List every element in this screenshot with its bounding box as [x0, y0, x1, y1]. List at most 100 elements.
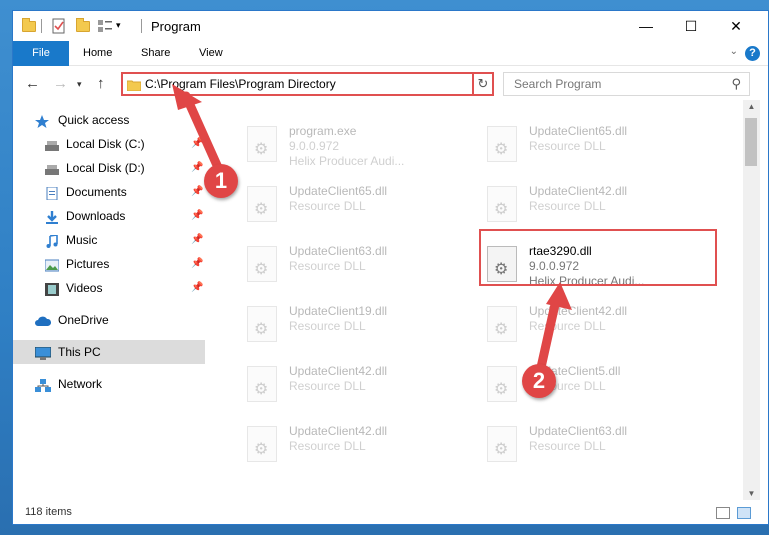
folder-icon[interactable] — [21, 18, 37, 34]
star-icon — [35, 113, 49, 128]
close-button[interactable]: ✕ — [713, 11, 759, 41]
expand-ribbon-icon[interactable]: ⌄ — [730, 46, 738, 57]
refresh-button[interactable]: ↻ — [472, 72, 494, 96]
details-view-icon[interactable] — [716, 507, 730, 519]
large-icons-view-icon[interactable] — [737, 507, 751, 519]
new-folder-icon[interactable] — [75, 18, 91, 34]
documents-icon — [45, 185, 59, 201]
nav-item-local-disk-c[interactable]: Local Disk (C:) 📌 — [13, 132, 205, 156]
status-bar: 118 items — [13, 500, 768, 524]
file-item[interactable]: ⚙ UpdateClient42.dll Resource DLL — [457, 176, 697, 232]
nav-item-local-disk-d[interactable]: Local Disk (D:) 📌 — [13, 156, 205, 180]
nav-item-label: Documents — [66, 185, 127, 199]
address-bar[interactable]: C:\Program Files\Program Directory ⌄ — [121, 72, 493, 96]
nav-item-network[interactable]: Network — [13, 372, 205, 396]
nav-item-music[interactable]: Music 📌 — [13, 228, 205, 252]
file-detail: Resource DLL — [289, 259, 366, 273]
pin-icon[interactable]: 📌 — [191, 133, 203, 155]
nav-item-onedrive[interactable]: OneDrive — [13, 308, 205, 332]
item-count: 118 items — [25, 506, 72, 518]
navigation-pane: Quick access Local Disk (C:) 📌 Local Disk (… — [13, 100, 209, 500]
folder-icon — [126, 79, 142, 94]
file-item[interactable]: ⚙ UpdateClient42.dll Resource DLL — [457, 296, 697, 352]
maximize-button[interactable]: ☐ — [668, 11, 714, 41]
computer-icon — [34, 345, 52, 360]
file-detail: Resource DLL — [289, 439, 366, 453]
pin-icon[interactable]: 📌 — [191, 157, 203, 179]
navigation-bar: ← → ▾ ↑ C:\Program Files\Program Directo… — [13, 67, 768, 100]
file-description: Helix Producer Audi... — [289, 154, 405, 168]
dll-file-icon: ⚙ — [487, 306, 517, 342]
tab-file[interactable]: File — [13, 41, 69, 66]
scroll-up-icon[interactable]: ▲ — [743, 102, 760, 111]
file-name: UpdateClient63.dll — [289, 244, 388, 258]
file-item[interactable]: ⚙ program.exe 9.0.0.972 Helix Producer Audi… — [217, 116, 457, 172]
pin-icon[interactable]: 📌 — [191, 229, 203, 251]
dll-file-icon: ⚙ — [487, 126, 517, 162]
vertical-scrollbar[interactable]: ▲ ▼ — [743, 100, 760, 500]
file-name: UpdateClient42.dll — [289, 364, 388, 378]
forward-arrow-icon[interactable]: → — [53, 75, 68, 92]
file-detail: 9.0.0.972 — [289, 139, 340, 153]
file-item[interactable]: ⚙ UpdateClient65.dll Resource DLL — [457, 116, 697, 172]
pin-icon[interactable]: 📌 — [191, 253, 203, 275]
customize-dropdown-icon[interactable]: ▾ — [116, 20, 132, 36]
pin-icon[interactable]: 📌 — [191, 277, 203, 299]
drive-icon — [45, 161, 59, 175]
back-arrow-icon[interactable]: ← — [25, 75, 40, 92]
file-name: UpdateClient42.dll — [529, 304, 628, 318]
recent-locations-icon[interactable]: ▾ — [77, 79, 82, 90]
nav-item-documents[interactable]: Documents 📌 — [13, 180, 205, 204]
file-list: ⚙ program.exe 9.0.0.972 Helix Producer Audi… — [209, 100, 743, 500]
nav-item-label: Quick access — [58, 113, 130, 127]
file-name: UpdateClient42.dll — [289, 424, 388, 438]
up-arrow-icon[interactable]: ↑ — [97, 75, 105, 92]
tab-share[interactable]: Share — [127, 41, 184, 66]
file-item[interactable]: ⚙ UpdateClient5.dll Resource DLL — [457, 356, 697, 412]
highlight-box — [479, 229, 717, 286]
file-item[interactable]: ⚙ UpdateClient63.dll Resource DLL — [217, 236, 457, 292]
file-detail: Resource DLL — [529, 199, 606, 213]
nav-item-this-pc[interactable]: This PC — [13, 340, 205, 364]
separator — [41, 19, 42, 33]
file-name: UpdateClient19.dll — [289, 304, 388, 318]
properties-icon[interactable] — [51, 18, 67, 34]
help-icon[interactable]: ? — [745, 46, 760, 61]
nav-item-label: Pictures — [66, 257, 110, 271]
nav-item-label: OneDrive — [58, 313, 109, 327]
file-detail: Resource DLL — [289, 379, 366, 393]
tab-home[interactable]: Home — [69, 41, 126, 66]
nav-item-label: Music — [66, 233, 98, 247]
file-item[interactable]: ⚙ UpdateClient65.dll Resource DLL — [217, 176, 457, 232]
scroll-thumb[interactable] — [745, 118, 757, 166]
file-name: program.exe — [289, 124, 357, 138]
file-item[interactable]: ⚙ UpdateClient42.dll Resource DLL — [217, 416, 457, 472]
dll-file-icon: ⚙ — [247, 246, 277, 282]
tab-view[interactable]: View — [185, 41, 237, 66]
file-detail: Resource DLL — [529, 139, 606, 153]
address-path: C:\Program Files\Program Directory — [145, 77, 336, 91]
file-item[interactable]: ⚙ UpdateClient19.dll Resource DLL — [217, 296, 457, 352]
dll-file-icon: ⚙ — [487, 186, 517, 222]
dll-file-icon: ⚙ — [247, 126, 277, 162]
file-detail: Resource DLL — [529, 319, 606, 333]
nav-item-label: This PC — [58, 345, 101, 359]
pin-icon[interactable]: 📌 — [191, 181, 203, 203]
ribbon-tabs: File Home Share View ⌄ ? — [13, 41, 768, 66]
view-options-icon[interactable] — [97, 18, 113, 34]
nav-item-downloads[interactable]: Downloads 📌 — [13, 204, 205, 228]
nav-item-videos[interactable]: Videos 📌 — [13, 276, 205, 300]
search-input[interactable]: Search Program ⚲ — [503, 72, 750, 96]
dll-file-icon: ⚙ — [247, 186, 277, 222]
minimize-button[interactable]: — — [623, 11, 669, 41]
file-item[interactable]: ⚙ UpdateClient63.dll Resource DLL — [457, 416, 697, 472]
file-detail: Resource DLL — [289, 199, 366, 213]
step-2-callout: 2 — [522, 364, 556, 398]
music-icon — [45, 233, 59, 248]
nav-item-pictures[interactable]: Pictures 📌 — [13, 252, 205, 276]
scroll-down-icon[interactable]: ▼ — [743, 489, 760, 498]
nav-item-quick-access[interactable]: Quick access — [13, 108, 205, 132]
file-item[interactable]: ⚙ UpdateClient42.dll Resource DLL — [217, 356, 457, 412]
pin-icon[interactable]: 📌 — [191, 205, 203, 227]
drive-icon — [45, 137, 59, 151]
